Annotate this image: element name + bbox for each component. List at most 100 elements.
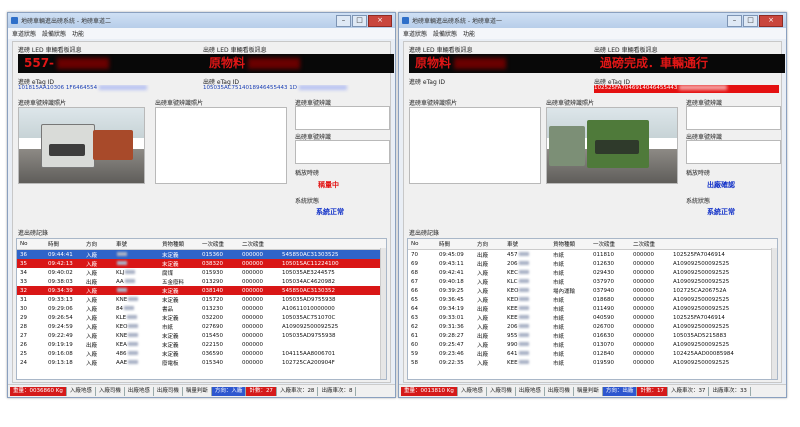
maximize-button[interactable]: □ <box>743 14 758 27</box>
cell-no: 31 <box>20 296 27 303</box>
out-etag-value: 105035AC7514018946455443 1D <box>203 85 388 93</box>
cell-cargo: 市紙 <box>553 252 565 259</box>
log-scrollbar[interactable] <box>380 248 386 379</box>
minimize-button[interactable]: – <box>336 14 351 27</box>
col-weight2[interactable]: 二次磅重 <box>630 239 670 250</box>
col-etag[interactable] <box>670 239 777 250</box>
table-row[interactable]: 29 09:26:54 入廠 KLE 末定義 032200 000000 105035AC75… <box>17 313 386 322</box>
table-row[interactable]: 68 09:42:41 入廠 KEC 市紙 029430 000000 A1090925000… <box>408 268 777 277</box>
cell-time: 09:13:18 <box>48 359 73 366</box>
cell-plate: KNE <box>113 331 159 340</box>
cell-w1: 019590 <box>593 359 614 366</box>
table-row[interactable]: 66 09:39:25 入廠 KEO 場內運輸 037940 000000 102725CA2… <box>408 286 777 295</box>
menu-lane-status[interactable]: 車道狀態 <box>12 29 36 38</box>
table-row[interactable]: 31 09:33:13 入廠 KNE 末定義 015720 000000 105035AD97… <box>17 295 386 304</box>
cell-cargo: 末定義 <box>159 286 199 295</box>
col-direction[interactable]: 方向 <box>83 239 113 250</box>
log-table[interactable]: No 時間 方向 車號 貨物種類 一次磅重 二次磅重 70 09:45:09 出廠 4… <box>407 238 778 380</box>
cell-dir: 入廠 <box>86 270 98 277</box>
cell-cargo: 市紙 <box>553 270 565 277</box>
in-led-text: 557- <box>24 56 55 70</box>
menu-device-status[interactable]: 設備狀態 <box>42 29 66 38</box>
out-vehicle-photo <box>155 107 287 184</box>
cell-time: 09:29:06 <box>48 305 73 312</box>
table-row[interactable]: 26 09:19:19 出廠 KEA 末定義 022150 000000 <box>17 340 386 349</box>
status-item: 重量：0036860 Kg <box>10 386 67 396</box>
status-item: 入廠車次：28 <box>277 386 319 396</box>
in-etag-value: 101815AA10306 1F6464554 <box>18 85 198 93</box>
col-cargo[interactable]: 貨物種類 <box>159 239 199 250</box>
menu-lane-status[interactable]: 車道狀態 <box>403 29 427 38</box>
table-row[interactable]: 63 09:33:01 入廠 KEE 市紙 040590 000000 102525FA704… <box>408 313 777 322</box>
menu-device-status[interactable]: 設備狀態 <box>433 29 457 38</box>
cell-w2: 000000 <box>633 278 654 285</box>
cell-w1: 011490 <box>593 305 614 312</box>
cell-time: 09:23:46 <box>439 350 464 357</box>
truck-grille <box>595 140 639 154</box>
cell-tag: 102725CA200904F <box>282 359 335 366</box>
table-row[interactable]: 35 09:42:13 入廠 末定義 038320 000000 10501SAC11224… <box>17 259 386 268</box>
table-row[interactable]: 62 09:31:36 入廠 206 市紙 026700 000000 A1090925000… <box>408 322 777 331</box>
table-row[interactable]: 61 09:28:27 出廠 955 市紙 016630 000000 105035AD521… <box>408 331 777 340</box>
table-row[interactable]: 25 09:16:08 入廠 486 末定義 036590 000000 104115AA80… <box>17 349 386 358</box>
col-plate[interactable]: 車號 <box>504 239 550 250</box>
log-label: 進出磅記錄 <box>409 230 440 237</box>
cell-no: 35 <box>17 259 45 268</box>
table-row[interactable]: 33 09:38:03 出廠 AA 五金廢料 013290 000000 105034AC46… <box>17 277 386 286</box>
cell-tag: A109092500092525 <box>673 269 730 276</box>
table-row[interactable]: 65 09:36:45 入廠 KED 市紙 018680 000000 A1090925000… <box>408 295 777 304</box>
maximize-button[interactable]: □ <box>352 14 367 27</box>
cell-w1: 027690 <box>202 323 223 330</box>
col-plate[interactable]: 車號 <box>113 239 159 250</box>
redacted-plate <box>518 252 529 256</box>
col-direction[interactable]: 方向 <box>474 239 504 250</box>
minimize-button[interactable]: – <box>727 14 742 27</box>
cell-no: 67 <box>411 278 418 285</box>
table-row[interactable]: 69 09:43:11 出廠 206 市紙 012630 000000 A1090925000… <box>408 259 777 268</box>
table-row[interactable]: 58 09:22:35 入廠 KEE 市紙 019590 000000 A1090925000… <box>408 358 777 367</box>
table-row[interactable]: 64 09:34:19 出廠 KEE 市紙 011490 000000 A1090925000… <box>408 304 777 313</box>
col-weight1[interactable]: 一次磅重 <box>590 239 630 250</box>
table-row[interactable]: 60 09:25:47 入廠 990 市紙 013070 000000 A1090925000… <box>408 340 777 349</box>
cell-no: 65 <box>411 296 418 303</box>
col-no[interactable]: No <box>408 239 436 250</box>
cell-tag: 102525FA7046914 <box>673 314 725 321</box>
redacted-plate <box>128 360 139 364</box>
cell-no: 26 <box>20 341 27 348</box>
col-time[interactable]: 時間 <box>45 239 83 250</box>
close-button[interactable]: × <box>368 14 392 27</box>
out-etag-text: 102525FA7046914046455443 <box>594 85 678 91</box>
table-row[interactable]: 27 09:22:49 入廠 KNE 末定義 015450 000000 105035AD97… <box>17 331 386 340</box>
cell-plate: KED <box>504 295 550 304</box>
col-weight2[interactable]: 二次磅重 <box>239 239 279 250</box>
table-row[interactable]: 28 09:24:59 入廠 KEO 市紙 027690 000000 A1090925000… <box>17 322 386 331</box>
cell-plate: AAE <box>113 358 159 367</box>
cell-cargo: 市紙 <box>553 297 565 304</box>
col-etag[interactable] <box>279 239 386 250</box>
col-cargo[interactable]: 貨物種類 <box>550 239 590 250</box>
col-weight1[interactable]: 一次磅重 <box>199 239 239 250</box>
log-scrollbar[interactable] <box>771 248 777 379</box>
table-row[interactable]: 59 09:23:46 出廠 641 市紙 012840 000000 102425AAD00… <box>408 349 777 358</box>
col-no[interactable]: No <box>17 239 45 250</box>
log-table[interactable]: No 時間 方向 車號 貨物種類 一次磅重 二次磅重 36 09:44:41 入廠末… <box>16 238 387 380</box>
table-row[interactable]: 67 09:40:18 入廠 KLC 市紙 037970 000000 A1090925000… <box>408 277 777 286</box>
col-time[interactable]: 時間 <box>436 239 474 250</box>
menu-functions[interactable]: 功能 <box>72 29 84 38</box>
cell-time: 09:34:19 <box>439 305 464 312</box>
cell-time: 09:34:39 <box>45 286 83 295</box>
menu-functions[interactable]: 功能 <box>463 29 475 38</box>
cell-dir: 出廠 <box>86 279 98 286</box>
table-row[interactable]: 70 09:45:09 出廠 457 市紙 011810 000000 102525FA704… <box>408 250 777 260</box>
table-row[interactable]: 32 09:34:39 入廠 末定義 038140 000000 545850AC31303… <box>17 286 386 295</box>
status-item: 出廠車次：33 <box>709 386 751 396</box>
cell-w2: 000000 <box>242 332 263 339</box>
menu-bar: 車道狀態 設備狀態 功能 <box>399 28 786 39</box>
table-row[interactable]: 30 09:29:06 入廠 84 書品 013230 000000 A10611010000… <box>17 304 386 313</box>
table-row[interactable]: 36 09:44:41 入廠 末定義 015360 000000 545850AC31303… <box>17 249 386 259</box>
redacted-plate <box>518 324 529 328</box>
table-row[interactable]: 34 09:40:02 入廠 KLJ 腐煤 015930 000000 105035AE324… <box>17 268 386 277</box>
cell-w2: 000000 <box>633 287 654 294</box>
close-button[interactable]: × <box>759 14 783 27</box>
table-row[interactable]: 24 09:13:18 入廠 AAE 廢電板 015340 000000 102725CA20… <box>17 358 386 367</box>
